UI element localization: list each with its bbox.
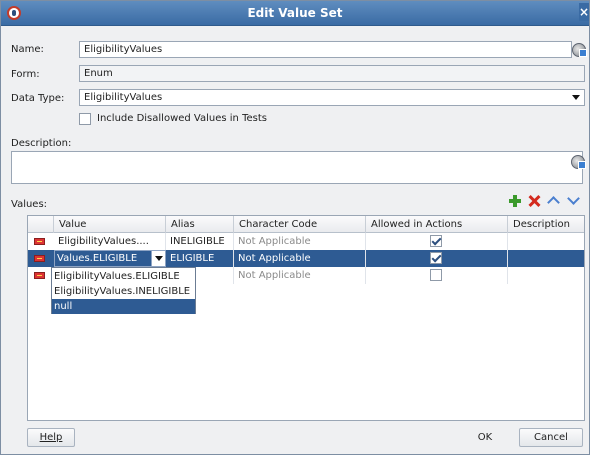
data-type-select[interactable]: EligibilityValues [79,89,585,106]
add-icon[interactable] [508,194,522,208]
move-down-icon[interactable] [567,194,581,208]
table-header: Value Alias Character Code Allowed in Ac… [28,216,584,233]
table-row[interactable]: EligibilityValues.... INELIGIBLE Not App… [28,233,584,250]
dropdown-option[interactable]: EligibilityValues.INELIGIBLE [52,284,195,299]
cell-description[interactable] [508,250,584,267]
form-field: Enum [79,65,585,82]
move-up-icon[interactable] [547,194,561,208]
allowed-checkbox[interactable] [430,269,442,281]
cell-character-code[interactable]: Not Applicable [234,233,366,250]
name-browse-icon[interactable] [572,43,587,57]
description-edit-icon[interactable] [571,155,586,169]
column-header-value[interactable]: Value [54,216,166,233]
cell-alias[interactable]: ELIGIBLE [166,250,234,267]
column-header-icon [28,216,54,233]
cancel-button[interactable]: Cancel [519,428,583,447]
name-field[interactable]: EligibilityValues [79,41,572,58]
column-header-character-code[interactable]: Character Code [234,216,366,233]
column-header-description[interactable]: Description [508,216,584,233]
allowed-checkbox[interactable] [430,235,442,247]
cell-allowed[interactable] [366,233,508,250]
chevron-down-icon[interactable] [151,251,165,266]
value-cell-editor[interactable]: Values.ELIGIBLE [54,250,166,267]
chevron-down-icon [572,95,580,100]
dropdown-option-selected[interactable]: null [52,299,195,314]
enum-value-icon [34,272,45,279]
ok-button[interactable]: OK [459,428,511,447]
help-button-label: Help [39,432,63,443]
include-disallowed-label: Include Disallowed Values in Tests [97,113,267,124]
close-icon[interactable]: × [579,3,589,21]
include-disallowed-checkbox[interactable] [79,113,91,125]
values-label: Values: [11,199,48,210]
enum-value-icon [34,238,45,245]
description-field[interactable] [11,151,583,184]
cell-character-code[interactable]: Not Applicable [234,267,366,284]
edit-value-set-dialog: Edit Value Set × Name: EligibilityValues… [0,0,590,455]
delete-icon[interactable] [527,194,541,208]
ok-button-label: OK [477,432,493,443]
cell-description[interactable] [508,267,584,284]
description-label: Description: [11,138,72,149]
values-table: Value Alias Character Code Allowed in Ac… [27,215,585,421]
data-type-label: Data Type: [11,93,65,104]
cancel-button-label: Cancel [534,432,568,443]
name-label: Name: [11,44,44,55]
cell-character-code[interactable]: Not Applicable [234,250,366,267]
title-bar: Edit Value Set × [1,1,589,26]
cell-description[interactable] [508,233,584,250]
window-title: Edit Value Set [247,6,343,20]
enum-value-icon [34,255,45,262]
value-editor-text: Values.ELIGIBLE [57,253,138,264]
data-type-value: EligibilityValues [84,92,163,103]
table-row[interactable]: Values.ELIGIBLE ELIGIBLE Not Applicable [28,250,584,267]
dropdown-option[interactable]: EligibilityValues.ELIGIBLE [52,269,195,284]
column-header-allowed-in-actions[interactable]: Allowed in Actions [366,216,508,233]
help-button[interactable]: Help [27,428,75,447]
cell-alias[interactable]: INELIGIBLE [166,233,234,250]
value-dropdown-list: EligibilityValues.ELIGIBLE EligibilityVa… [51,267,196,314]
cell-allowed[interactable] [366,250,508,267]
cell-value[interactable]: EligibilityValues.... [54,233,166,250]
column-header-alias[interactable]: Alias [166,216,234,233]
form-label: Form: [11,69,40,80]
allowed-checkbox[interactable] [430,252,442,264]
cell-allowed[interactable] [366,267,508,284]
